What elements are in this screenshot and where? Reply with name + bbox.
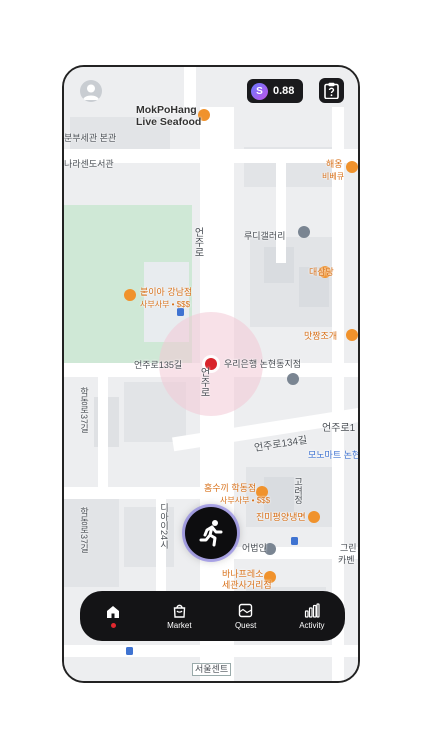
map-label-hakdong37a: 학동로37길 (79, 387, 89, 434)
map-view[interactable]: MokPoHang Live Seafood 분부세관 본관 나라센도서관 해옹… (64, 67, 358, 681)
map-label-bunsik: 고려정 (293, 477, 303, 504)
map-label-bibekyu: 비베큐 (322, 172, 345, 181)
profile-avatar[interactable] (80, 80, 102, 102)
home-icon (107, 606, 120, 618)
bottom-tab-bar: Market Quest Activity (80, 591, 345, 641)
tab-home[interactable] (83, 593, 143, 639)
map-label-road-eonju: 언주로 (192, 227, 203, 257)
active-tab-indicator (110, 623, 116, 628)
tab-activity[interactable]: Activity (282, 593, 342, 639)
map-label-kaben: 카벤 (338, 555, 355, 565)
map-label-mokpohang: MokPoHang (136, 104, 197, 116)
map-label-road-eonju-2: 언주로 (198, 367, 209, 397)
map-label-daesam: 대삼당 (309, 267, 334, 277)
quest-box-icon (238, 603, 253, 617)
clipboard-question-icon (324, 82, 339, 99)
map-label-jinmi: 진미평양냉면 (256, 512, 306, 522)
start-run-button[interactable] (185, 507, 237, 559)
tab-quest-label: Quest (234, 620, 257, 630)
map-label-hongsukki-sub: 사부사부 • $$$ (220, 496, 271, 505)
map-label-green: 그린 (340, 543, 357, 553)
map-label-branch-office: 분부세관 본관 (64, 133, 117, 143)
phone-screen: MokPoHang Live Seafood 분부세관 본관 나라센도서관 해옹… (62, 65, 360, 683)
map-label-library: 나라센도서관 (64, 159, 114, 169)
map-label-eonju135: 언주로135길 (134, 360, 183, 370)
tab-quest[interactable]: Quest (216, 593, 276, 639)
clipboard-button[interactable] (319, 78, 344, 103)
coin-balance: 0.88 (273, 85, 295, 97)
running-person-icon (199, 520, 223, 547)
map-label-hakdong37b: 학동로37길 (79, 507, 89, 554)
bar-chart-icon (304, 602, 320, 618)
map-label-haeong: 해옹 (326, 159, 343, 169)
map-label-live-seafood: Live Seafood (136, 116, 202, 128)
user-avatar-icon (83, 84, 99, 100)
coin-icon: S (251, 82, 268, 100)
map-label-eonju-right: 언주로1 (322, 423, 356, 434)
map-label-seoulforest: 서울센트 (192, 663, 232, 676)
map-label-dia24: 디아이24시 (159, 503, 169, 550)
coin-balance-pill[interactable]: S 0.88 (247, 79, 303, 103)
tab-market-label: Market (167, 620, 192, 630)
map-label-bulie-sub: 사부사부 • $$$ (140, 300, 191, 309)
tab-activity-label: Activity (299, 620, 325, 630)
map-label-sewan-branch: 세관사거리점 (222, 580, 272, 590)
map-label-hongsukki: 홈수끼 학동점 (204, 483, 257, 493)
map-label-monomart: 모노마트 논현 (308, 450, 360, 460)
map-label-rudy-gallery: 루디갤러리 (244, 231, 286, 241)
map-label-bulie: 붙이아 강남점 (140, 287, 193, 297)
map-label-woori: 우리은행 논현동지점 (224, 359, 302, 369)
map-label-corp: 어법인 (242, 543, 267, 553)
map-label-matjjang: 맛짱조개 (304, 331, 338, 341)
map-label-banafresso: 바나프레소 (222, 569, 264, 579)
shopping-bag-icon (173, 604, 186, 618)
tab-market[interactable]: Market (149, 593, 209, 639)
